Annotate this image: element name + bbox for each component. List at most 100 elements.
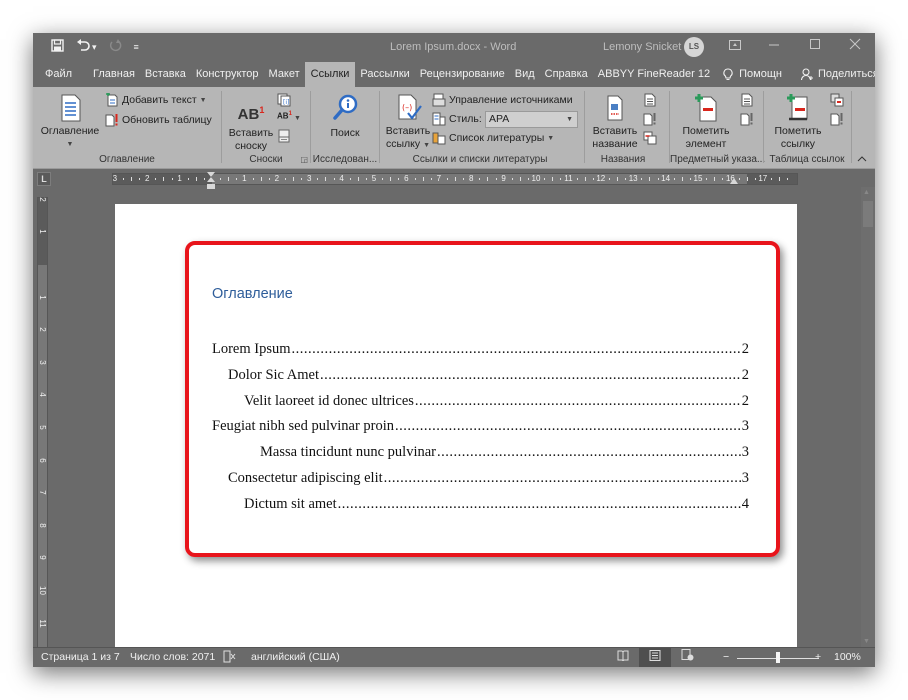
insert-endnote-button[interactable]: [i]	[277, 93, 291, 107]
share-button[interactable]: Поделиться	[787, 62, 875, 87]
avatar[interactable]: LS	[684, 37, 704, 57]
ruler-tick-label: 1	[177, 174, 182, 183]
show-notes-button[interactable]	[277, 129, 291, 143]
next-footnote-button[interactable]: AB1 ▼	[277, 111, 301, 125]
toc-entry[interactable]: Dolor Sic Amet 2	[228, 367, 749, 387]
tab-design[interactable]: Конструктор	[191, 62, 264, 87]
bibliography-icon	[432, 131, 446, 145]
toc-entry[interactable]: Consectetur adipiscing elit 3	[228, 470, 749, 490]
toc-entry[interactable]: Massa tincidunt nunc pulvinar 3	[260, 444, 749, 464]
ribbon-display-icon[interactable]	[729, 38, 741, 53]
collapse-ribbon-icon[interactable]	[857, 154, 867, 165]
read-mode-icon[interactable]	[607, 648, 639, 667]
tab-tell-me[interactable]: Помощн	[715, 62, 787, 87]
right-indent-marker-icon[interactable]	[730, 177, 738, 185]
insert-index-button[interactable]	[740, 93, 754, 107]
zoom-out-button[interactable]: −	[723, 651, 729, 663]
tab-insert[interactable]: Вставка	[140, 62, 191, 87]
zoom-slider-thumb[interactable]	[776, 652, 780, 663]
close-icon[interactable]	[849, 38, 861, 53]
insert-citation-button[interactable]: (–) Вставить ссылку ▼	[384, 93, 432, 152]
tab-references[interactable]: Ссылки	[304, 62, 356, 87]
ruler-tick-label: 3	[38, 360, 47, 365]
undo-icon[interactable]	[76, 39, 90, 55]
ruler-tick-mark	[527, 178, 529, 180]
language-indicator[interactable]: английский (США)	[251, 651, 340, 663]
indent-marker-icon[interactable]	[207, 172, 215, 190]
ruler-tick-mark	[187, 178, 189, 180]
tab-mailings[interactable]: Рассылки	[355, 62, 414, 87]
tab-selector[interactable]: L	[37, 172, 51, 186]
customize-qat-icon[interactable]: ≡	[134, 42, 139, 52]
zoom-level[interactable]: 100%	[834, 651, 861, 663]
save-icon[interactable]	[51, 39, 64, 55]
minimize-icon[interactable]	[768, 38, 780, 53]
toc-button-label: Оглавление	[40, 125, 100, 137]
manage-sources-button[interactable]: Управление источниками	[432, 93, 573, 107]
ruler-tick-mark	[455, 177, 456, 181]
word-count[interactable]: Число слов: 2071	[130, 651, 215, 663]
tab-review[interactable]: Рецензирование	[415, 62, 510, 87]
print-layout-icon[interactable]	[639, 648, 671, 667]
update-index-button[interactable]	[740, 112, 754, 126]
scroll-up-icon[interactable]: ▲	[863, 189, 870, 196]
ruler-tick-mark	[131, 177, 132, 181]
vertical-scrollbar[interactable]: ▲ ▼	[861, 187, 875, 647]
document-title: Lorem Ipsum.docx - Word	[390, 41, 517, 53]
toc-entry-page: 4	[741, 495, 749, 512]
zoom-in-button[interactable]: +	[815, 651, 821, 663]
ruler-tick-mark	[706, 178, 708, 180]
update-table-of-authorities-button[interactable]	[830, 112, 844, 126]
add-text-button[interactable]: Добавить текст ▼	[105, 92, 207, 107]
bibliography-button[interactable]: Список литературы ▼	[432, 131, 554, 145]
mark-citation-label-2: ссылку	[780, 138, 816, 150]
ruler-tick-mark	[779, 177, 780, 181]
ruler-tick-mark	[357, 177, 359, 181]
update-table-of-figures-button[interactable]	[643, 112, 657, 126]
scroll-thumb[interactable]	[863, 201, 873, 227]
tab-home[interactable]: Главная	[88, 62, 140, 87]
vertical-ruler[interactable]: 2 1 1 2 3 4 5 6 7 8 9 10 11	[37, 197, 48, 663]
ruler-tick-label: 3	[306, 174, 312, 183]
web-layout-icon[interactable]	[671, 648, 703, 667]
scroll-down-icon[interactable]: ▼	[863, 638, 870, 645]
insert-caption-button[interactable]: Вставить название	[589, 93, 641, 151]
tab-abbyy[interactable]: ABBYY FineReader 12	[593, 62, 715, 87]
insert-footnote-button[interactable]: AB1 Вставить сноску	[226, 95, 276, 153]
undo-dropdown-icon[interactable]: ▾	[92, 42, 97, 53]
toc-entry-page: 3	[741, 418, 749, 435]
document-page[interactable]: Оглавление Lorem Ipsum2Dolor Sic Amet2Ve…	[115, 204, 797, 667]
update-table-button[interactable]: Обновить таблицу	[105, 113, 212, 127]
style-dropdown[interactable]: APA ▼	[485, 111, 578, 128]
toc-button[interactable]: Оглавление ▼	[39, 93, 101, 151]
ruler-tick-mark	[139, 178, 141, 180]
style-label: Стиль:	[449, 113, 482, 125]
maximize-icon[interactable]	[809, 38, 821, 53]
user-name[interactable]: Lemony Snicket	[603, 41, 681, 53]
toc-leader-dots	[384, 470, 741, 487]
toc-entry[interactable]: Dictum sit amet 4	[244, 496, 749, 516]
mark-citation-button[interactable]: Пометить ссылку	[766, 93, 830, 151]
toc-entry-page: 2	[741, 366, 749, 383]
ruler-tick-label: 6	[404, 174, 409, 183]
toc-entry[interactable]: Velit laoreet id donec ultrices 2	[244, 393, 749, 413]
toc-leader-dots	[338, 496, 741, 513]
toc-entry[interactable]: Lorem Ipsum 2	[212, 341, 749, 361]
proofing-icon[interactable]	[223, 650, 237, 666]
add-text-label: Добавить текст	[122, 94, 197, 106]
insert-table-of-authorities-button[interactable]	[830, 93, 844, 107]
insert-table-of-figures-button[interactable]	[643, 93, 657, 107]
ruler-tick-mark	[576, 178, 578, 180]
tab-layout[interactable]: Макет	[264, 62, 305, 87]
ruler-tick-label: 3	[112, 174, 118, 183]
tab-help[interactable]: Справка	[540, 62, 593, 87]
search-button[interactable]: Поиск	[317, 93, 373, 140]
mark-entry-button[interactable]: Пометить элемент	[674, 93, 738, 151]
page-count[interactable]: Страница 1 из 7	[41, 651, 120, 663]
ruler-tick-mark	[301, 178, 303, 180]
cross-reference-button[interactable]	[643, 131, 657, 145]
tab-file[interactable]: Файл	[33, 62, 88, 87]
toc-entry[interactable]: Feugiat nibh sed pulvinar proin 3	[212, 418, 749, 438]
tab-view[interactable]: Вид	[510, 62, 540, 87]
dialog-launcher-icon[interactable]: ◲	[300, 155, 308, 164]
